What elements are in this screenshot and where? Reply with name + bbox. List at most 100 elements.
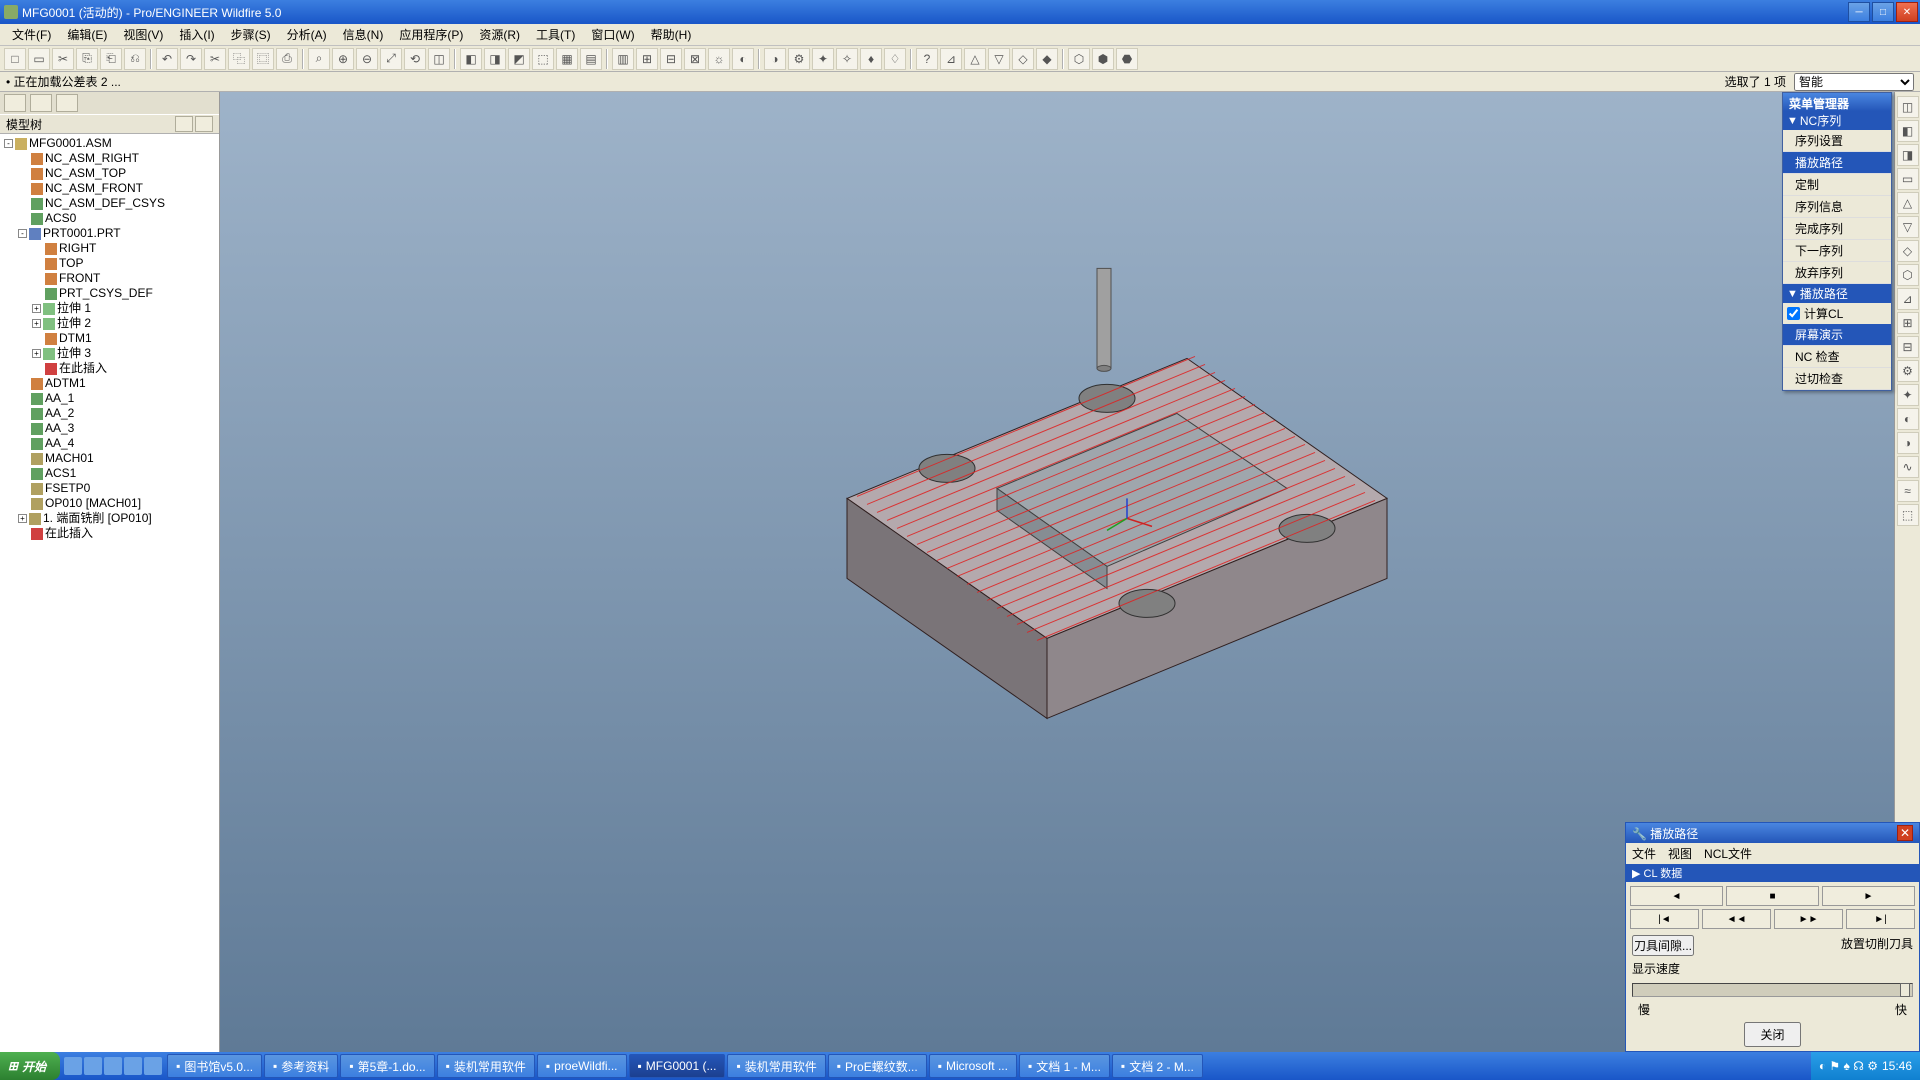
toolbar-button[interactable]: ♢ [884,48,906,70]
toolbar-button[interactable]: ? [916,48,938,70]
cl-data-bar[interactable]: ▶ CL 数据 [1626,864,1919,882]
toolbar-button[interactable]: ☼ [708,48,730,70]
tree-node[interactable]: -MFG0001.ASM [4,136,215,151]
right-tool-button[interactable]: ◑ [1897,432,1919,454]
tool-gap-button[interactable]: 刀具间隙... [1632,935,1694,956]
play-forward-button[interactable]: ►► [1774,909,1843,929]
tree-node[interactable]: NC_ASM_FRONT [4,181,215,196]
menu-item[interactable]: 工具(T) [528,24,583,45]
menu-item[interactable]: 信息(N) [335,24,392,45]
toolbar-button[interactable]: ◇ [1012,48,1034,70]
tree-node[interactable]: +拉伸 1 [4,301,215,316]
play-stop-button[interactable]: ■ [1726,886,1819,906]
tree-settings-button[interactable] [175,116,193,132]
right-tool-button[interactable]: ⬚ [1897,504,1919,526]
taskbar-button[interactable]: ▪proeWildfi... [537,1054,627,1078]
menu-check-cl[interactable]: 计算CL [1783,303,1891,324]
tree-show-button[interactable] [195,116,213,132]
right-tool-button[interactable]: ◫ [1897,96,1919,118]
right-tool-button[interactable]: ∿ [1897,456,1919,478]
tree-node[interactable]: ACS1 [4,466,215,481]
menu-item[interactable]: 帮助(H) [643,24,700,45]
toolbar-button[interactable]: ⊿ [940,48,962,70]
system-tray[interactable]: ◐ ⚑ ♠ ☊ ⚙ 15:46 [1811,1052,1920,1080]
tree-node[interactable]: NC_ASM_TOP [4,166,215,181]
tree-node[interactable]: TOP [4,256,215,271]
toolbar-button[interactable]: □ [4,48,26,70]
toolbar-button[interactable]: ♦ [860,48,882,70]
tree-node[interactable]: MACH01 [4,451,215,466]
toolbar-button[interactable]: ✂ [204,48,226,70]
menu-item[interactable]: 编辑(E) [59,24,115,45]
menu-manager-item[interactable]: 屏幕演示 [1783,324,1891,346]
tree-tab-3[interactable] [56,94,78,112]
tree-tab-1[interactable] [4,94,26,112]
tree-tab-2[interactable] [30,94,52,112]
toolbar-button[interactable]: ⬚ [532,48,554,70]
toolbar-button[interactable]: ⬢ [1092,48,1114,70]
menu-item[interactable]: 步骤(S) [223,24,279,45]
menu-section-nc[interactable]: ▼ NC序列 [1783,111,1891,130]
right-tool-button[interactable]: ◇ [1897,240,1919,262]
play-menu-item[interactable]: 文件 [1632,845,1656,862]
tree-node[interactable]: PRT_CSYS_DEF [4,286,215,301]
right-tool-button[interactable]: △ [1897,192,1919,214]
toolbar-button[interactable]: ▤ [580,48,602,70]
taskbar-button[interactable]: ▪装机常用软件 [727,1054,825,1078]
menu-item[interactable]: 分析(A) [279,24,335,45]
menu-item[interactable]: 资源(R) [471,24,528,45]
right-tool-button[interactable]: ⊞ [1897,312,1919,334]
tree-node[interactable]: FRONT [4,271,215,286]
toolbar-button[interactable]: ⬡ [1068,48,1090,70]
taskbar-button[interactable]: ▪第5章-1.do... [340,1054,434,1078]
taskbar-button[interactable]: ▪文档 2 - M... [1112,1054,1203,1078]
toolbar-button[interactable]: ⊕ [332,48,354,70]
ql-3[interactable] [104,1057,122,1075]
play-prev-button[interactable]: ◄ [1630,886,1723,906]
toolbar-button[interactable]: ✂ [52,48,74,70]
right-tool-button[interactable]: ▽ [1897,216,1919,238]
toolbar-button[interactable]: ⊞ [636,48,658,70]
toolbar-button[interactable]: ⌕ [308,48,330,70]
tree-node[interactable]: +1. 端面铣削 [OP010] [4,511,215,526]
menu-item[interactable]: 视图(V) [115,24,171,45]
tree-node[interactable]: DTM1 [4,331,215,346]
ql-2[interactable] [84,1057,102,1075]
toolbar-button[interactable]: ⊟ [660,48,682,70]
menu-section-play[interactable]: ▼ 播放路径 [1783,284,1891,303]
tree-node[interactable]: FSETP0 [4,481,215,496]
selection-filter-select[interactable]: 智能 [1794,73,1914,91]
ql-4[interactable] [124,1057,142,1075]
toolbar-button[interactable]: ⎙ [276,48,298,70]
tree-node[interactable]: OP010 [MACH01] [4,496,215,511]
tree-node[interactable]: ADTM1 [4,376,215,391]
toolbar-button[interactable]: ◐ [732,48,754,70]
play-menu-item[interactable]: 视图 [1668,845,1692,862]
toolbar-button[interactable]: ✧ [836,48,858,70]
toolbar-button[interactable]: ▽ [988,48,1010,70]
toolbar-button[interactable]: ▦ [556,48,578,70]
toolbar-button[interactable]: ⿻ [228,48,250,70]
toolbar-button[interactable]: ◑ [764,48,786,70]
ql-5[interactable] [144,1057,162,1075]
menu-manager-item[interactable]: 序列信息 [1783,196,1891,218]
toolbar-button[interactable]: ◫ [428,48,450,70]
toolbar-button[interactable]: ◨ [484,48,506,70]
toolbar-button[interactable]: ⤢ [380,48,402,70]
toolbar-button[interactable]: ▥ [612,48,634,70]
play-next-button[interactable]: ► [1822,886,1915,906]
taskbar-button[interactable]: ▪MFG0001 (... [629,1054,726,1078]
toolbar-button[interactable]: ⿴ [252,48,274,70]
taskbar-button[interactable]: ▪装机常用软件 [437,1054,535,1078]
menu-manager-item[interactable]: 定制 [1783,174,1891,196]
toolbar-button[interactable]: ↷ [180,48,202,70]
play-first-button[interactable]: |◄ [1630,909,1699,929]
tree-node[interactable]: AA_1 [4,391,215,406]
taskbar-button[interactable]: ▪Microsoft ... [929,1054,1017,1078]
play-last-button[interactable]: ►| [1846,909,1915,929]
menu-manager-item[interactable]: 播放路径 [1783,152,1891,174]
toolbar-button[interactable]: ⚙ [788,48,810,70]
right-tool-button[interactable]: ✦ [1897,384,1919,406]
right-tool-button[interactable]: ◐ [1897,408,1919,430]
speed-slider[interactable] [1632,983,1913,997]
